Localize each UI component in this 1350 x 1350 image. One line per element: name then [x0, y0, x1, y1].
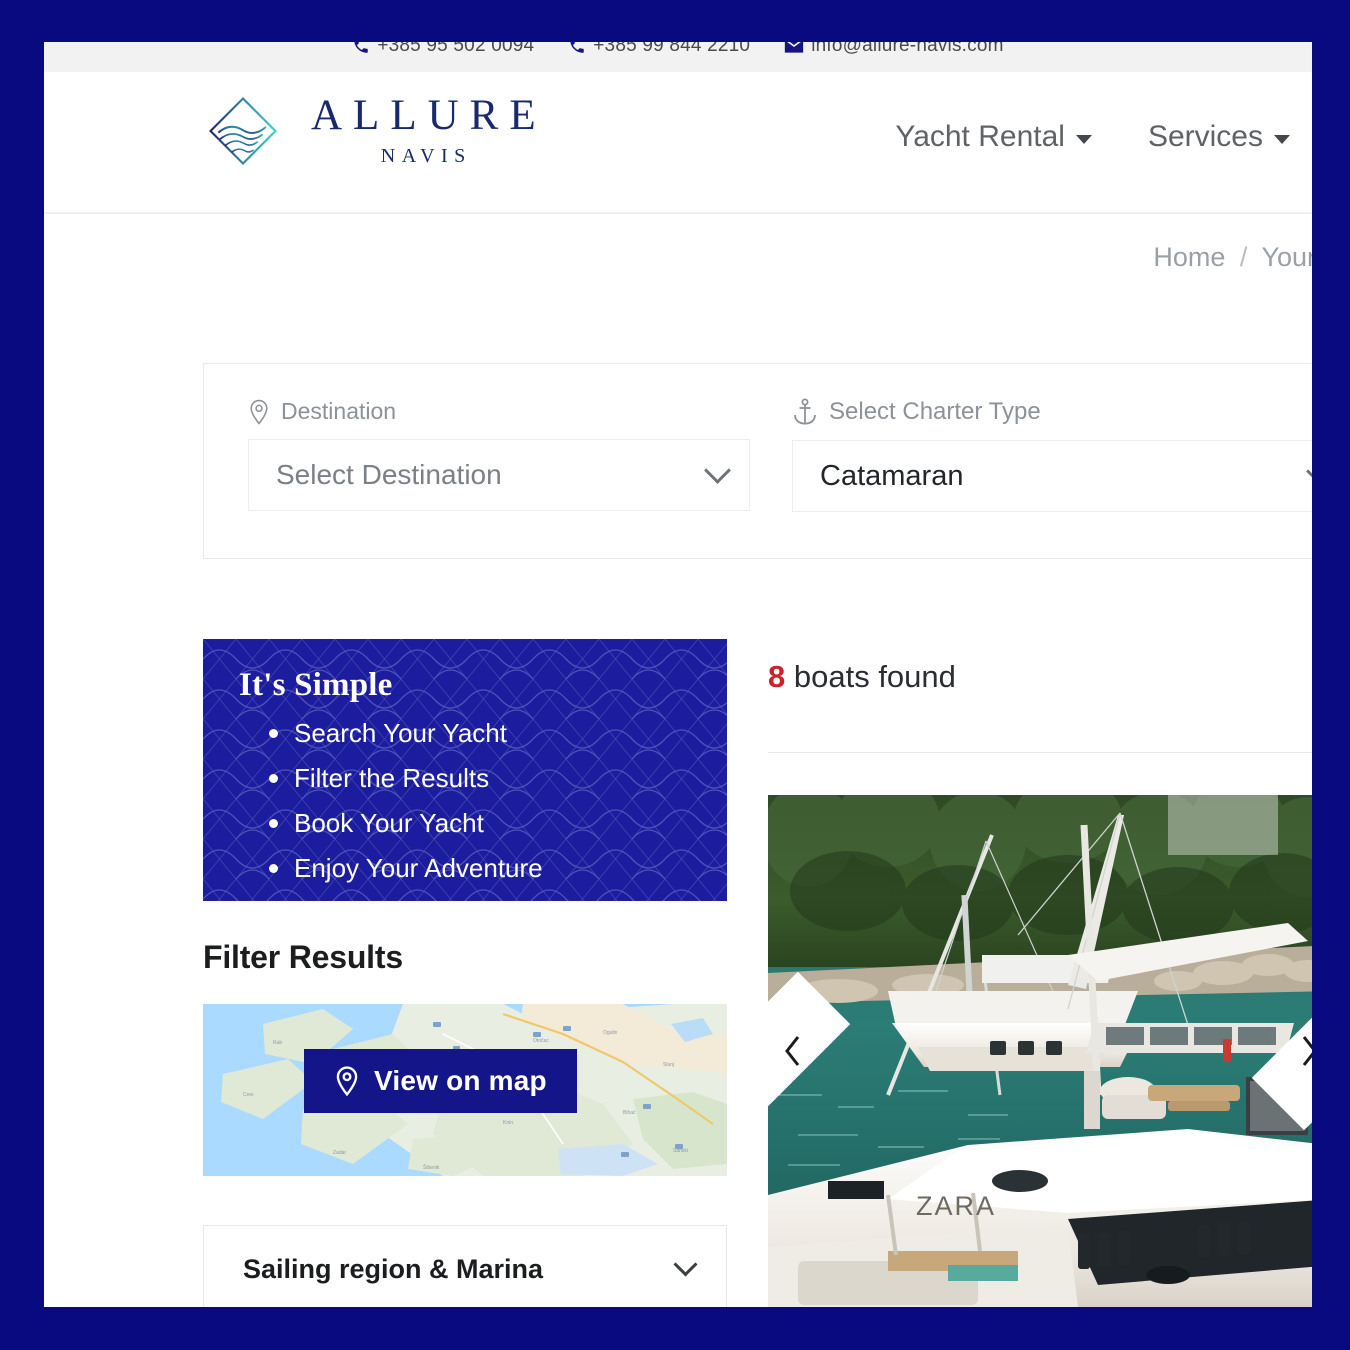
nav-item-yacht-rental[interactable]: Yacht Rental — [895, 120, 1092, 154]
breadcrumb-separator: / — [1239, 242, 1248, 272]
breadcrumb-home[interactable]: Home — [1153, 242, 1225, 272]
search-filter-panel: Destination Select Destination Select Ch… — [203, 363, 1312, 559]
promo-step-label: Search Your Yacht — [294, 718, 507, 748]
logo-subtitle: NAVIS — [380, 145, 472, 167]
top-contact-bar: +385 95 502 0094 +385 99 844 2210 info@a… — [44, 42, 1312, 72]
chevron-down-icon — [1075, 135, 1092, 144]
destination-label: Destination — [281, 398, 397, 424]
results-count: 8 boats found — [768, 659, 956, 695]
phone-2[interactable]: +385 99 844 2210 — [568, 42, 750, 57]
charter-type-label: Select Charter Type — [829, 398, 1041, 425]
results-divider — [768, 752, 1312, 753]
promo-content: It's Simple Search Your Yacht Filter the… — [203, 639, 727, 884]
chevron-down-icon — [704, 457, 731, 484]
map-pin-icon — [250, 399, 268, 425]
promo-step-list: Search Your Yacht Filter the Results Boo… — [239, 718, 727, 884]
results-count-number: 8 — [768, 659, 786, 694]
site-header: ALLURE NAVIS Yacht Rental Services — [44, 72, 1312, 214]
svg-text:Šibenik: Šibenik — [423, 1164, 440, 1171]
svg-text:Cres: Cres — [243, 1092, 254, 1098]
promo-step-label: Enjoy Your Adventure — [294, 853, 543, 883]
destination-field: Destination Select Destination — [248, 398, 750, 511]
breadcrumb-current: Your — [1261, 242, 1312, 272]
list-item: Filter the Results — [269, 763, 727, 794]
main-navigation: Yacht Rental Services — [895, 120, 1290, 154]
svg-text:Slunj: Slunj — [663, 1062, 674, 1068]
map-preview[interactable]: RabPagCres GospićOtočacOgulin SlunjKninB… — [203, 1004, 727, 1176]
chevron-left-icon — [785, 1036, 800, 1066]
promo-step-label: Book Your Yacht — [294, 808, 484, 838]
promo-step-label: Filter the Results — [294, 763, 490, 793]
chevron-down-icon — [1306, 458, 1312, 485]
list-item: Enjoy Your Adventure — [269, 853, 727, 884]
svg-text:Rab: Rab — [273, 1040, 282, 1046]
email-link[interactable]: info@allure-navis.com — [784, 42, 1003, 57]
its-simple-promo-panel: It's Simple Search Your Yacht Filter the… — [203, 639, 727, 901]
breadcrumb: Home / Your — [1153, 242, 1312, 273]
svg-text:Knin: Knin — [503, 1120, 513, 1126]
email-text: info@allure-navis.com — [811, 42, 1004, 56]
accordion-sailing-region-marina[interactable]: Sailing region & Marina — [203, 1225, 727, 1307]
charter-type-value: Catamaran — [820, 459, 964, 492]
charter-type-select[interactable]: Catamaran — [792, 440, 1312, 512]
charter-type-field: Select Charter Type Catamaran — [792, 398, 1312, 512]
boat-name-text: ZARA — [916, 1191, 996, 1221]
view-on-map-label: View on map — [374, 1065, 547, 1096]
svg-text:Otočac: Otočac — [533, 1038, 549, 1044]
list-item: Book Your Yacht — [269, 808, 727, 839]
map-pin-icon — [336, 1066, 358, 1096]
phone-icon — [570, 42, 585, 53]
accordion-title: Sailing region & Marina — [243, 1253, 544, 1284]
boat-photo-image: ZARA — [768, 795, 1312, 1307]
svg-text:Bihać: Bihać — [623, 1110, 636, 1116]
phone-1-text: +385 95 502 0094 — [377, 42, 535, 56]
logo-title: ALLURE — [311, 92, 547, 139]
destination-label-row: Destination — [248, 398, 750, 425]
destination-select[interactable]: Select Destination — [248, 439, 750, 511]
charter-type-label-row: Select Charter Type — [792, 398, 1312, 426]
phone-2-text: +385 99 844 2210 — [593, 42, 751, 56]
promo-title: It's Simple — [239, 667, 393, 703]
nav-item-yacht-rental-label: Yacht Rental — [895, 120, 1065, 153]
results-count-label: boats found — [793, 659, 956, 694]
envelope-icon — [785, 42, 804, 53]
allure-navis-diamond-logo-icon — [209, 97, 277, 165]
chevron-down-icon — [1274, 135, 1290, 144]
svg-text:Ogulin: Ogulin — [603, 1030, 618, 1036]
phone-icon — [354, 42, 369, 53]
carousel-prev-button[interactable] — [770, 1028, 816, 1074]
svg-text:Zadar: Zadar — [333, 1150, 346, 1156]
carousel-next-button[interactable] — [1286, 1028, 1312, 1074]
phone-1[interactable]: +385 95 502 0094 — [352, 42, 534, 57]
list-item: Search Your Yacht — [269, 718, 727, 749]
boat-result-card[interactable]: ZARA — [768, 795, 1312, 1307]
nav-item-services-label: Services — [1147, 120, 1263, 153]
view-on-map-button[interactable]: View on map — [304, 1049, 577, 1113]
logo[interactable]: ALLURE NAVIS — [202, 90, 547, 172]
browser-page: +385 95 502 0094 +385 99 844 2210 info@a… — [44, 42, 1312, 1307]
chevron-down-icon — [673, 1252, 698, 1277]
filter-results-heading: Filter Results — [203, 939, 403, 975]
chevron-right-icon — [1302, 1036, 1312, 1066]
destination-value: Select Destination — [276, 459, 502, 490]
nav-item-services[interactable]: Services — [1148, 120, 1290, 154]
anchor-icon — [794, 398, 816, 425]
